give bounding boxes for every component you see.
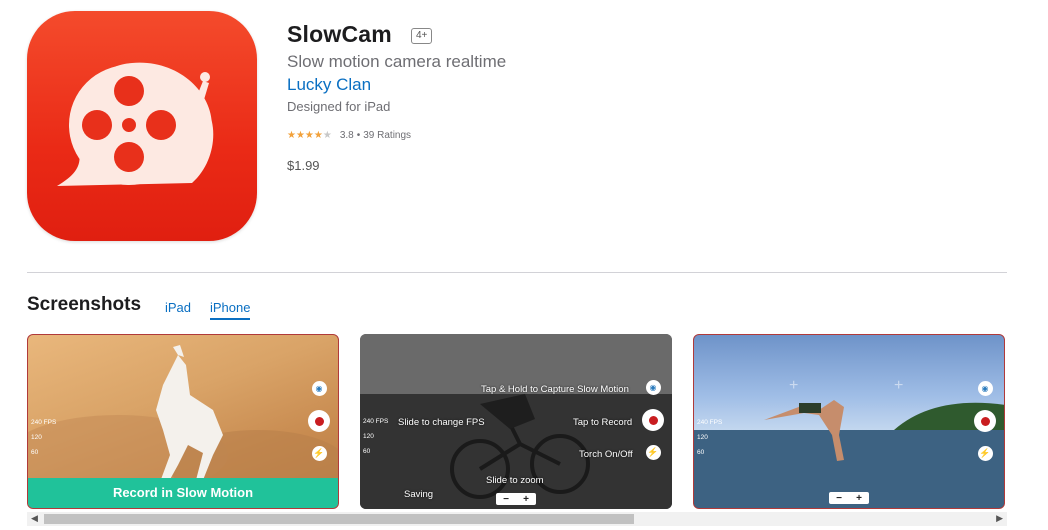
record-button[interactable] (308, 410, 330, 432)
fps-list: 240 FPS 120 60 (697, 415, 722, 460)
tab-iphone[interactable]: iPhone (210, 300, 251, 320)
crosshair-icon: + (789, 377, 799, 394)
section-divider (27, 272, 1007, 273)
fps-240[interactable]: 240 FPS (31, 415, 56, 430)
hold-capture-label: Tap & Hold to Capture Slow Motion (481, 384, 629, 395)
fps-60[interactable]: 60 (697, 445, 722, 460)
record-button[interactable] (974, 410, 996, 432)
snail-film-reel-icon (57, 62, 214, 186)
screenshot-3[interactable]: + + 240 FPS 120 60 ◉ ⚡ − + (693, 334, 1005, 509)
saving-label: Saving (404, 489, 434, 500)
scroll-thumb[interactable] (44, 514, 634, 524)
switch-camera-icon[interactable]: ◉ (645, 380, 661, 395)
fps-240[interactable]: 240 FPS (363, 414, 388, 429)
zoom-in-button[interactable]: + (523, 494, 529, 505)
camera-controls: ◉ ⚡ (642, 380, 664, 460)
app-icon (27, 11, 257, 241)
fps-list: 240 FPS 120 60 (31, 415, 56, 460)
rating-row: ★★★★★ 3.8 • 39 Ratings (287, 130, 411, 141)
zoom-out-button[interactable]: − (503, 494, 509, 505)
switch-camera-icon[interactable]: ◉ (977, 381, 993, 396)
change-fps-label: Slide to change FPS (398, 417, 485, 428)
age-rating-badge: 4+ (411, 28, 433, 44)
torch-icon[interactable]: ⚡ (977, 446, 993, 461)
rating-stars: ★★★★★ (287, 130, 332, 141)
app-subtitle: Slow motion camera realtime (287, 52, 507, 71)
promo-banner: Record in Slow Motion (28, 478, 338, 508)
backflip-image (694, 400, 1004, 508)
price-label: $1.99 (287, 158, 320, 173)
crosshair-icon: + (894, 377, 904, 394)
fps-120[interactable]: 120 (31, 430, 56, 445)
developer-link[interactable]: Lucky Clan (287, 75, 371, 95)
fps-120[interactable]: 120 (697, 430, 722, 445)
rating-separator: • (356, 130, 361, 141)
record-button[interactable] (642, 409, 664, 431)
scroll-right-icon[interactable]: ▶ (996, 513, 1003, 524)
fps-60[interactable]: 60 (363, 444, 388, 459)
switch-camera-icon[interactable]: ◉ (311, 381, 327, 396)
zoom-out-button[interactable]: − (836, 493, 842, 504)
fps-240[interactable]: 240 FPS (697, 415, 722, 430)
tap-record-label: Tap to Record (573, 417, 633, 428)
screenshots-heading: Screenshots (27, 294, 142, 315)
torch-icon[interactable]: ⚡ (311, 446, 327, 461)
screenshot-1[interactable]: 240 FPS 120 60 ◉ ⚡ Record in Slow Motion (27, 334, 339, 509)
zoom-control[interactable]: − + (496, 493, 536, 505)
zoom-control[interactable]: − + (829, 492, 869, 504)
zoom-in-button[interactable]: + (856, 493, 862, 504)
torch-toggle-label: Torch On/Off (579, 449, 633, 460)
rating-count: 39 Ratings (363, 130, 412, 141)
tab-ipad[interactable]: iPad (165, 300, 191, 315)
designed-for-label: Designed for iPad (287, 99, 391, 114)
screenshot-2[interactable]: Tap & Hold to Capture Slow Motion Slide … (360, 334, 672, 509)
camera-controls: ◉ ⚡ (308, 381, 330, 461)
torch-icon[interactable]: ⚡ (645, 445, 661, 460)
app-title: SlowCam (287, 21, 392, 47)
scroll-left-icon[interactable]: ◀ (31, 513, 38, 524)
camera-controls: ◉ ⚡ (974, 381, 996, 461)
zoom-hint-label: Slide to zoom (486, 475, 544, 486)
fps-list: 240 FPS 120 60 (363, 414, 388, 459)
fps-60[interactable]: 60 (31, 445, 56, 460)
fps-120[interactable]: 120 (363, 429, 388, 444)
rating-value: 3.8 (339, 130, 354, 141)
horizontal-scrollbar[interactable]: ◀ ▶ (27, 512, 1007, 526)
